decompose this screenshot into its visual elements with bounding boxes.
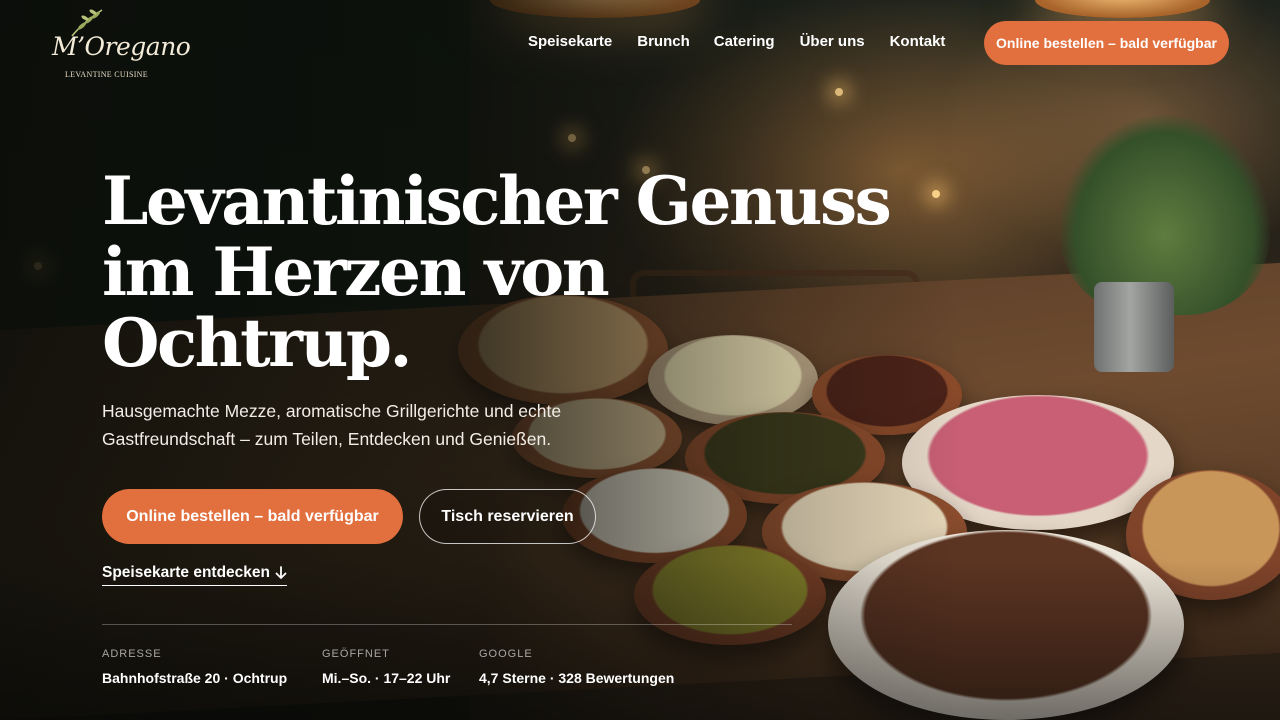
brand-tagline: LEVANTINE CUISINE (65, 70, 148, 79)
info-label: GOOGLE (479, 648, 533, 660)
info-value: Mi.–So. · 17–22 Uhr (322, 670, 451, 686)
order-online-button[interactable]: Online bestellen – bald verfügbar (102, 489, 403, 544)
nav-link-brunch[interactable]: Brunch (637, 33, 690, 50)
nav-link-kontakt[interactable]: Kontakt (890, 33, 946, 50)
info-google-rating[interactable]: GOOGLE 4,7 Sterne · 328 Bewertungen (479, 648, 674, 686)
nav-link-ueber-uns[interactable]: Über uns (800, 33, 865, 50)
hero-headline-line: Levantinischer Genuss (102, 162, 892, 240)
info-label: GEÖFFNET (322, 648, 390, 660)
info-divider (102, 624, 792, 625)
hero-subline-line: Hausgemachte Mezze, aromatische Grillger… (102, 401, 562, 421)
header-order-online-button[interactable]: Online bestellen – bald verfügbar (984, 21, 1229, 65)
brand-name: M’Oregano (52, 32, 191, 61)
hero-headline-line: im Herzen von (102, 233, 610, 311)
main-navigation: Speisekarte Brunch Catering Über uns Kon… (528, 33, 945, 50)
hero-subline: Hausgemachte Mezze, aromatische Grillger… (102, 397, 662, 453)
hero-headline: Levantinischer Genuss im Herzen von Ocht… (102, 162, 892, 382)
reserve-table-button[interactable]: Tisch reservieren (419, 489, 596, 544)
nav-link-speisekarte[interactable]: Speisekarte (528, 33, 612, 50)
hero-subline-line: Gastfreundschaft – zum Teilen, Entdecken… (102, 429, 552, 449)
info-address: ADRESSE Bahnhofstraße 20 · Ochtrup (102, 648, 287, 686)
nav-link-catering[interactable]: Catering (714, 33, 775, 50)
arrow-down-icon (275, 566, 287, 579)
discover-menu-link[interactable]: Speisekarte entdecken (102, 564, 288, 586)
brand-logo[interactable]: M’Oregano LEVANTINE CUISINE (52, 9, 191, 82)
info-value: 4,7 Sterne · 328 Bewertungen (479, 670, 675, 686)
info-value: Bahnhofstraße 20 · Ochtrup (102, 670, 288, 686)
hero-headline-line: Ochtrup. (102, 304, 413, 382)
discover-menu-label: Speisekarte entdecken (102, 564, 271, 581)
info-label: ADRESSE (102, 648, 162, 660)
info-opening-hours: GEÖFFNET Mi.–So. · 17–22 Uhr (322, 648, 450, 686)
